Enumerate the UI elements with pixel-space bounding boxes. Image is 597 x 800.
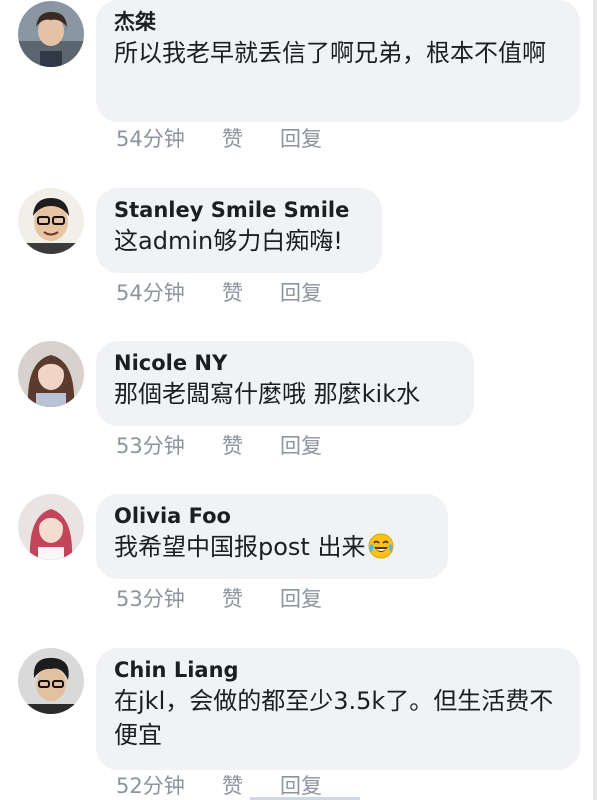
comment-time[interactable]: 54分钟	[116, 125, 222, 153]
like-button[interactable]: 赞	[222, 432, 280, 460]
comment-text: 在jkl，会做的都至少3.5k了。但生活费不便宜	[114, 687, 554, 749]
comment-text: 所以我老早就丢信了啊兄弟，根本不值啊	[114, 39, 546, 67]
like-button[interactable]: 赞	[222, 772, 280, 800]
comment-text: 这admin够力白痴嗨!	[114, 227, 343, 255]
comment-author[interactable]: Chin Liang	[114, 656, 562, 684]
avatar-photo-icon	[18, 648, 84, 714]
like-button[interactable]: 赞	[222, 585, 280, 613]
comment-time[interactable]: 53分钟	[116, 585, 222, 613]
avatar[interactable]	[18, 1, 84, 67]
avatar-photo-icon	[18, 1, 84, 67]
reply-button[interactable]: 回复	[280, 279, 340, 307]
avatar-photo-icon	[18, 494, 84, 560]
comment-bubble: Nicole NY 那個老闆寫什麼哦 那麼kik水	[96, 341, 474, 426]
comment-bubble: Chin Liang 在jkl，会做的都至少3.5k了。但生活费不便宜	[96, 648, 580, 770]
comment-time[interactable]: 54分钟	[116, 279, 222, 307]
comment-bubble: Olivia Foo 我希望中国报post 出来	[96, 494, 448, 579]
comment-bubble: 杰桀 所以我老早就丢信了啊兄弟，根本不值啊	[96, 0, 580, 122]
avatar[interactable]	[18, 341, 84, 407]
comment-actions: 54分钟赞回复	[116, 125, 340, 153]
scrollbar-track[interactable]	[593, 0, 597, 800]
reply-button[interactable]: 回复	[280, 772, 340, 800]
comment-actions: 52分钟赞回复	[116, 772, 340, 800]
comment-actions: 53分钟赞回复	[116, 432, 340, 460]
reply-button[interactable]: 回复	[280, 432, 340, 460]
comment-author[interactable]: 杰桀	[114, 8, 562, 36]
comment-author[interactable]: Stanley Smile Smile	[114, 196, 364, 224]
reply-button[interactable]: 回复	[280, 125, 340, 153]
comment-author[interactable]: Nicole NY	[114, 349, 456, 377]
comment-actions: 54分钟赞回复	[116, 279, 340, 307]
comment-text: 我希望中国报post 出来	[114, 530, 430, 569]
like-button[interactable]: 赞	[222, 125, 280, 153]
comment-bubble: Stanley Smile Smile 这admin够力白痴嗨!	[96, 188, 382, 273]
comment-text: 那個老闆寫什麼哦 那麼kik水	[114, 380, 421, 408]
avatar-photo-icon	[18, 341, 84, 407]
avatar[interactable]	[18, 494, 84, 560]
comment-actions: 53分钟赞回复	[116, 585, 340, 613]
like-button[interactable]: 赞	[222, 279, 280, 307]
avatar[interactable]	[18, 648, 84, 714]
reply-button[interactable]: 回复	[280, 585, 340, 613]
comment-time[interactable]: 52分钟	[116, 772, 222, 800]
avatar-photo-icon	[18, 188, 84, 254]
comment-text-content: 我希望中国报post 出来	[114, 533, 366, 561]
avatar[interactable]	[18, 188, 84, 254]
comment-time[interactable]: 53分钟	[116, 432, 222, 460]
comment-author[interactable]: Olivia Foo	[114, 502, 430, 530]
tears-of-joy-emoji-icon	[367, 532, 395, 569]
